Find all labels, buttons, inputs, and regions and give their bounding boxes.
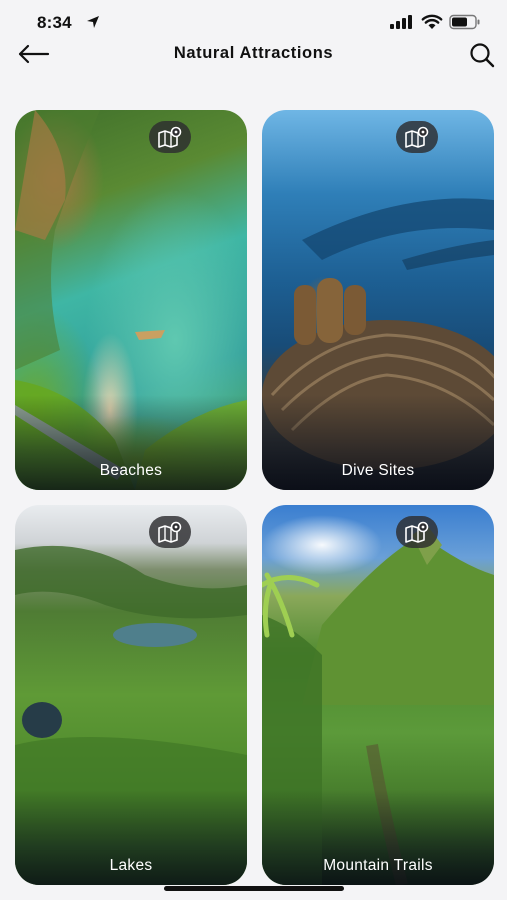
search-icon xyxy=(470,43,495,68)
map-button[interactable] xyxy=(396,121,438,153)
card-label: Mountain Trails xyxy=(323,857,433,874)
map-button[interactable] xyxy=(149,516,191,548)
home-indicator[interactable] xyxy=(164,886,344,891)
map-pin-icon xyxy=(405,126,429,148)
card-beaches[interactable]: Beaches xyxy=(15,110,247,490)
wifi-icon xyxy=(421,14,443,29)
search-button[interactable] xyxy=(468,41,496,69)
status-time: 8:34 xyxy=(37,13,72,32)
card-mountain-trails[interactable]: Mountain Trails xyxy=(262,505,494,885)
card-lakes[interactable]: Lakes xyxy=(15,505,247,885)
map-pin-icon xyxy=(158,126,182,148)
map-pin-icon xyxy=(158,521,182,543)
card-label: Beaches xyxy=(99,462,163,479)
navigation-bar: Natural Attractions xyxy=(0,36,507,72)
cellular-signal-icon xyxy=(390,15,412,29)
page-title: Natural Attractions xyxy=(173,44,334,62)
map-button[interactable] xyxy=(396,516,438,548)
map-pin-icon xyxy=(405,521,429,543)
card-label: Dive Sites xyxy=(341,462,415,479)
map-button[interactable] xyxy=(149,121,191,153)
card-dive-sites[interactable]: Dive Sites xyxy=(262,110,494,490)
location-arrow-icon xyxy=(87,16,99,28)
card-label: Lakes xyxy=(109,857,153,874)
battery-icon xyxy=(449,14,480,30)
